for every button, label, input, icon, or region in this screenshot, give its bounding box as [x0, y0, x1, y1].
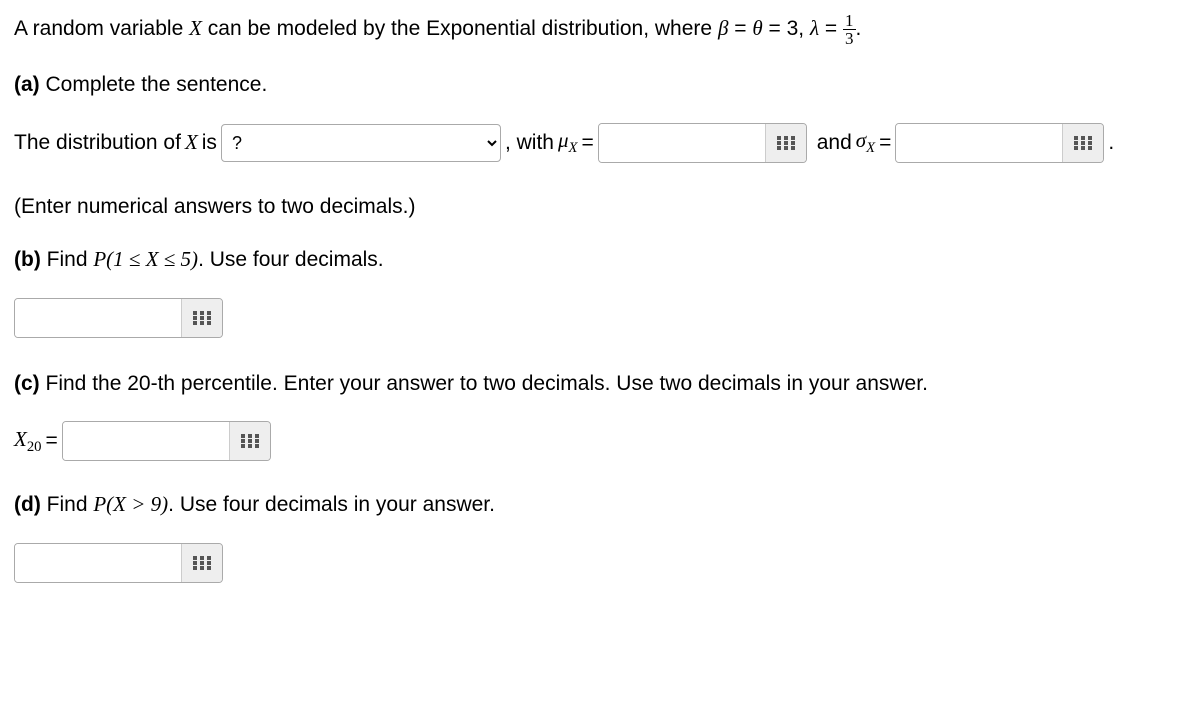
text: is — [202, 127, 217, 159]
keypad-icon[interactable] — [1062, 124, 1103, 162]
part-d-input[interactable] — [15, 544, 181, 582]
prob-expression: P(X > 9) — [93, 492, 168, 516]
part-d-prompt: (d) Find P(X > 9). Use four decimals in … — [14, 489, 1186, 521]
var-theta: θ — [752, 16, 762, 40]
keypad-icon[interactable] — [181, 544, 222, 582]
part-d-input-group — [14, 543, 223, 583]
part-c-input-group — [62, 421, 271, 461]
var-X: X — [189, 16, 202, 40]
fraction-one-third: 13 — [843, 12, 856, 47]
text: Find the 20-th percentile. Enter your an… — [40, 372, 928, 395]
part-label: (a) — [14, 73, 40, 96]
text: and — [817, 127, 852, 159]
part-label: (c) — [14, 372, 40, 395]
var-lambda: λ — [810, 16, 819, 40]
text: The distribution of — [14, 127, 181, 159]
part-label: (b) — [14, 248, 41, 271]
text: can be modeled by the Exponential distri… — [202, 17, 718, 40]
text: = — [819, 17, 843, 40]
part-b-input-group — [14, 298, 223, 338]
intro-text: A random variable X can be modeled by th… — [14, 12, 1186, 47]
text: . Use four decimals in your answer. — [168, 493, 495, 516]
var-X: X — [185, 127, 198, 159]
mu-input-group — [598, 123, 807, 163]
text: . — [856, 17, 862, 40]
text: . Use four decimals. — [198, 248, 384, 271]
keypad-icon[interactable] — [229, 422, 270, 460]
text: Find — [41, 248, 94, 271]
text: Complete the sentence. — [40, 73, 268, 96]
text: = — [728, 17, 752, 40]
part-c-input[interactable] — [63, 422, 229, 460]
keypad-icon[interactable] — [181, 299, 222, 337]
sigma-input[interactable] — [896, 124, 1062, 162]
part-a-prompt: (a) Complete the sentence. — [14, 69, 1186, 101]
text: = — [46, 425, 58, 457]
text: , with — [505, 127, 554, 159]
text: = — [581, 127, 593, 159]
x20-label: X20 — [14, 424, 42, 458]
distribution-select[interactable]: ? — [221, 124, 501, 162]
part-c-row: X20 = — [14, 421, 1186, 461]
keypad-icon[interactable] — [765, 124, 806, 162]
part-a-note: (Enter numerical answers to two decimals… — [14, 191, 1186, 223]
mu-input[interactable] — [599, 124, 765, 162]
mu-x: μX — [558, 125, 578, 159]
text: = — [879, 127, 891, 159]
part-c-prompt: (c) Find the 20-th percentile. Enter you… — [14, 368, 1186, 400]
part-a-sentence: The distribution of X is ? , with μX = a… — [14, 123, 1186, 163]
part-label: (d) — [14, 493, 41, 516]
text: Find — [41, 493, 94, 516]
sigma-x: σX — [856, 125, 875, 159]
prob-expression: P(1 ≤ X ≤ 5) — [93, 247, 198, 271]
var-beta: β — [718, 16, 728, 40]
text: . — [1108, 127, 1114, 159]
part-b-input[interactable] — [15, 299, 181, 337]
text: A random variable — [14, 17, 189, 40]
part-b-prompt: (b) Find P(1 ≤ X ≤ 5). Use four decimals… — [14, 244, 1186, 276]
text: = 3, — [763, 17, 810, 40]
sigma-input-group — [895, 123, 1104, 163]
